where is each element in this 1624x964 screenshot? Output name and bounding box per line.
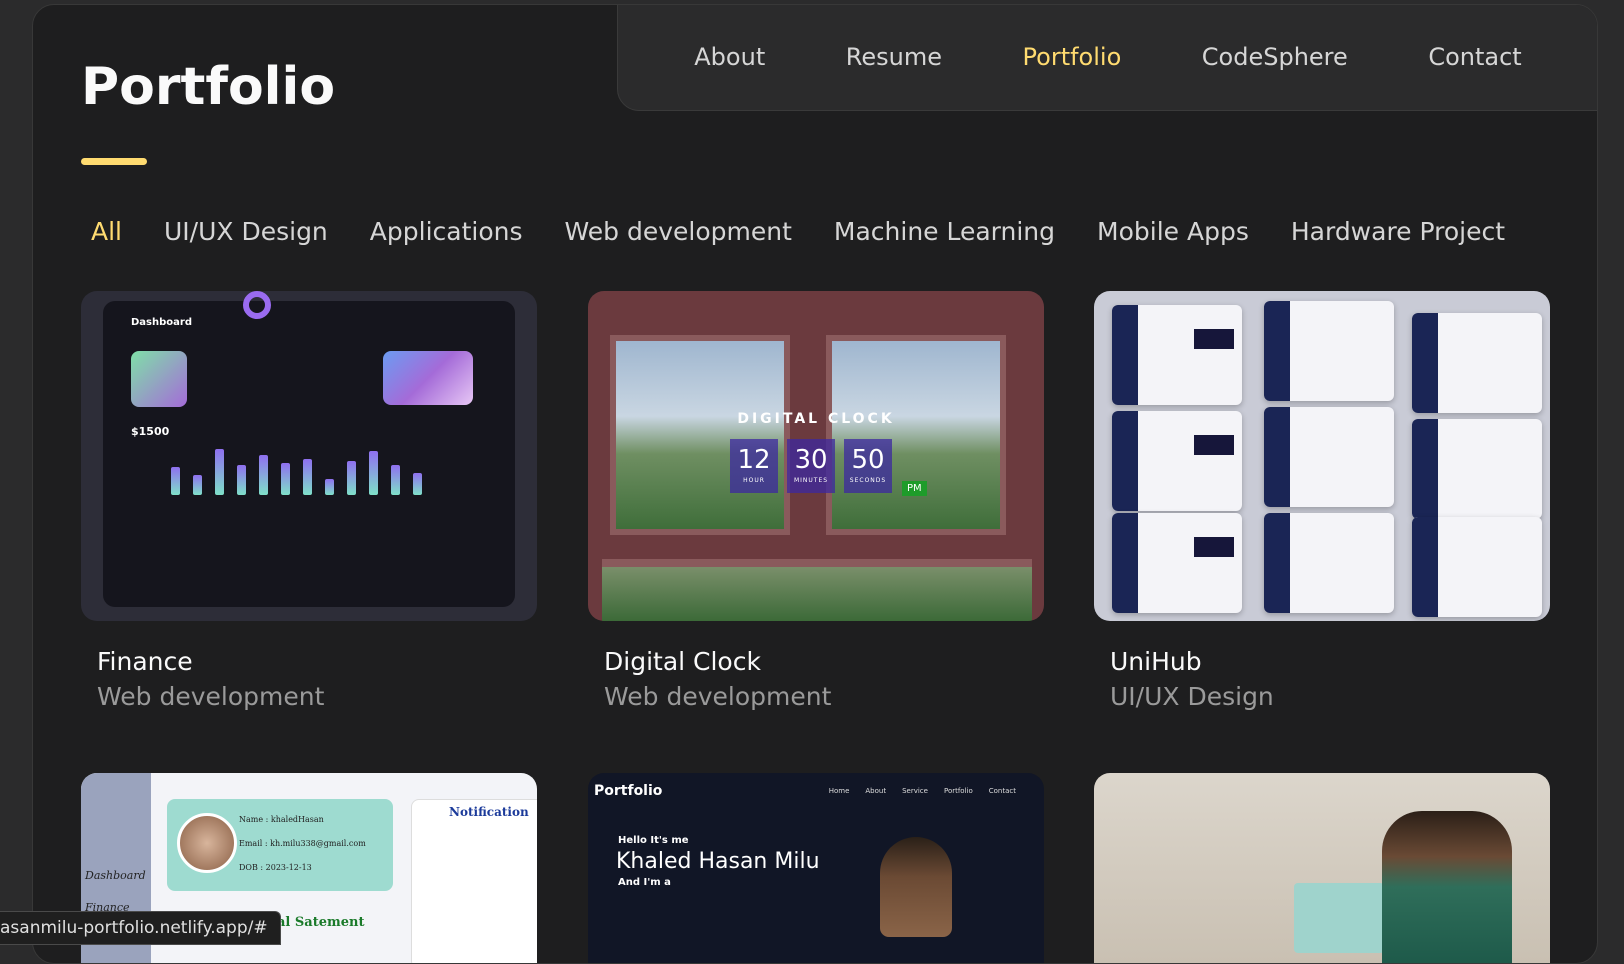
project-category: Web development	[604, 682, 1044, 711]
mockup-bar	[303, 459, 312, 495]
window-lower-pane	[602, 559, 1032, 621]
clock-hours: 12 HOUR	[730, 439, 778, 493]
mockup-bar	[347, 461, 356, 495]
mockup-balance: $1500	[131, 425, 169, 438]
project-thumbnail[interactable]: DIGITAL CLOCK 12 HOUR 30 MINUTES 50 SECONDS…	[588, 291, 1044, 621]
dashboard-mockup	[103, 301, 515, 607]
mockup-statement-heading: al Satement	[277, 915, 364, 930]
filter-mobile-apps[interactable]: Mobile Apps	[1097, 217, 1249, 246]
mockup-nav: Home About Service Portfolio Contact	[829, 787, 1016, 795]
nav-codesphere[interactable]: CodeSphere	[1202, 43, 1348, 71]
project-card-unihub[interactable]: UniHub UI/UX Design	[1094, 291, 1550, 711]
avatar	[880, 837, 952, 937]
project-thumbnail[interactable]: Portfolio Home About Service Portfolio C…	[588, 773, 1044, 963]
mockup-bar	[369, 451, 378, 495]
clock-ampm-badge: PM	[902, 481, 927, 496]
page-title: Portfolio	[81, 57, 335, 117]
screen-mockup	[1112, 305, 1242, 405]
nav-resume[interactable]: Resume	[846, 43, 942, 71]
status-bar-url: asanmilu-portfolio.netlify.app/#	[0, 911, 281, 945]
project-thumbnail[interactable]: Dashboard $1500	[81, 291, 537, 621]
project-category: Web development	[97, 682, 537, 711]
project-title: UniHub	[1110, 647, 1550, 676]
mockup-bar	[413, 473, 422, 495]
mockup-bar	[391, 465, 400, 495]
clock-heading: DIGITAL CLOCK	[588, 411, 1044, 427]
project-thumbnail[interactable]	[1094, 291, 1550, 621]
mockup-name: Name : khaledHasan	[239, 815, 324, 824]
mockup-nav-item: Home	[829, 787, 850, 795]
mockup-bar	[281, 463, 290, 495]
mockup-email: Email : kh.milu338@gmail.com	[239, 839, 366, 848]
mockup-bar	[325, 479, 334, 495]
filter-machine-learning[interactable]: Machine Learning	[834, 217, 1055, 246]
clock-hour-value: 12	[737, 445, 770, 475]
title-underline	[81, 158, 147, 165]
project-category: UI/UX Design	[1110, 682, 1550, 711]
avatar	[177, 813, 237, 873]
screen-mockup	[1412, 419, 1542, 519]
ring-decoration-icon	[243, 291, 271, 319]
filter-list: All UI/UX Design Applications Web develo…	[91, 217, 1505, 246]
mockup-logo: Portfolio	[594, 783, 662, 799]
project-title: Digital Clock	[604, 647, 1044, 676]
mockup-role: And I'm a	[618, 877, 671, 888]
project-card-digital-clock[interactable]: DIGITAL CLOCK 12 HOUR 30 MINUTES 50 SECONDS…	[588, 291, 1044, 711]
filter-all[interactable]: All	[91, 217, 122, 246]
window-pane	[610, 335, 790, 535]
clock-seconds-label: SECONDS	[844, 477, 892, 484]
mockup-menu-item: Dashboard	[85, 869, 146, 882]
navbar: About Resume Portfolio CodeSphere Contac…	[617, 4, 1598, 111]
mockup-greeting: Hello It's me	[618, 835, 689, 846]
mockup-nav-item: Portfolio	[944, 787, 973, 795]
screen-mockup	[1412, 313, 1542, 413]
screen-mockup	[1264, 301, 1394, 401]
nav-contact[interactable]: Contact	[1428, 43, 1521, 71]
clock-hour-label: HOUR	[730, 477, 778, 484]
mockup-credit-card	[383, 351, 473, 405]
project-card-finance[interactable]: Dashboard $1500 Finance Web development	[81, 291, 537, 711]
hardware-device	[1294, 883, 1384, 953]
mockup-notification-panel	[411, 799, 537, 963]
filter-hardware-project[interactable]: Hardware Project	[1291, 217, 1505, 246]
mockup-bar	[237, 465, 246, 495]
project-thumbnail[interactable]	[1094, 773, 1550, 963]
clock-seconds-value: 50	[851, 445, 884, 475]
mockup-bar	[259, 455, 268, 495]
project-title: Finance	[97, 647, 537, 676]
window-pane	[826, 335, 1006, 535]
clock-minutes-value: 30	[794, 445, 827, 475]
screen-mockup	[1112, 411, 1242, 511]
main-panel: About Resume Portfolio CodeSphere Contac…	[32, 4, 1598, 964]
mockup-heading: Dashboard	[131, 317, 192, 328]
nav-about[interactable]: About	[694, 43, 765, 71]
mockup-card	[131, 351, 187, 407]
mockup-nav-item: Service	[902, 787, 928, 795]
filter-uiux[interactable]: UI/UX Design	[164, 217, 328, 246]
nav-portfolio[interactable]: Portfolio	[1023, 43, 1122, 71]
clock-minutes: 30 MINUTES	[787, 439, 835, 493]
mockup-nav-item: About	[865, 787, 886, 795]
filter-applications[interactable]: Applications	[370, 217, 523, 246]
screen-mockup	[1264, 513, 1394, 613]
filter-web-development[interactable]: Web development	[565, 217, 792, 246]
clock-minutes-label: MINUTES	[787, 477, 835, 484]
mockup-notification-title: Notification	[449, 805, 529, 819]
mockup-bar	[193, 475, 202, 495]
clock-seconds: 50 SECONDS	[844, 439, 892, 493]
person-photo	[1382, 811, 1512, 963]
screen-mockup	[1112, 513, 1242, 613]
screen-mockup	[1412, 517, 1542, 617]
mockup-nav-item: Contact	[989, 787, 1016, 795]
mockup-dob: DOB : 2023-12-13	[239, 863, 312, 872]
mockup-bar	[171, 467, 180, 495]
screen-mockup	[1264, 407, 1394, 507]
mockup-name: Khaled Hasan Milu	[616, 849, 820, 874]
mockup-bar	[215, 449, 224, 495]
